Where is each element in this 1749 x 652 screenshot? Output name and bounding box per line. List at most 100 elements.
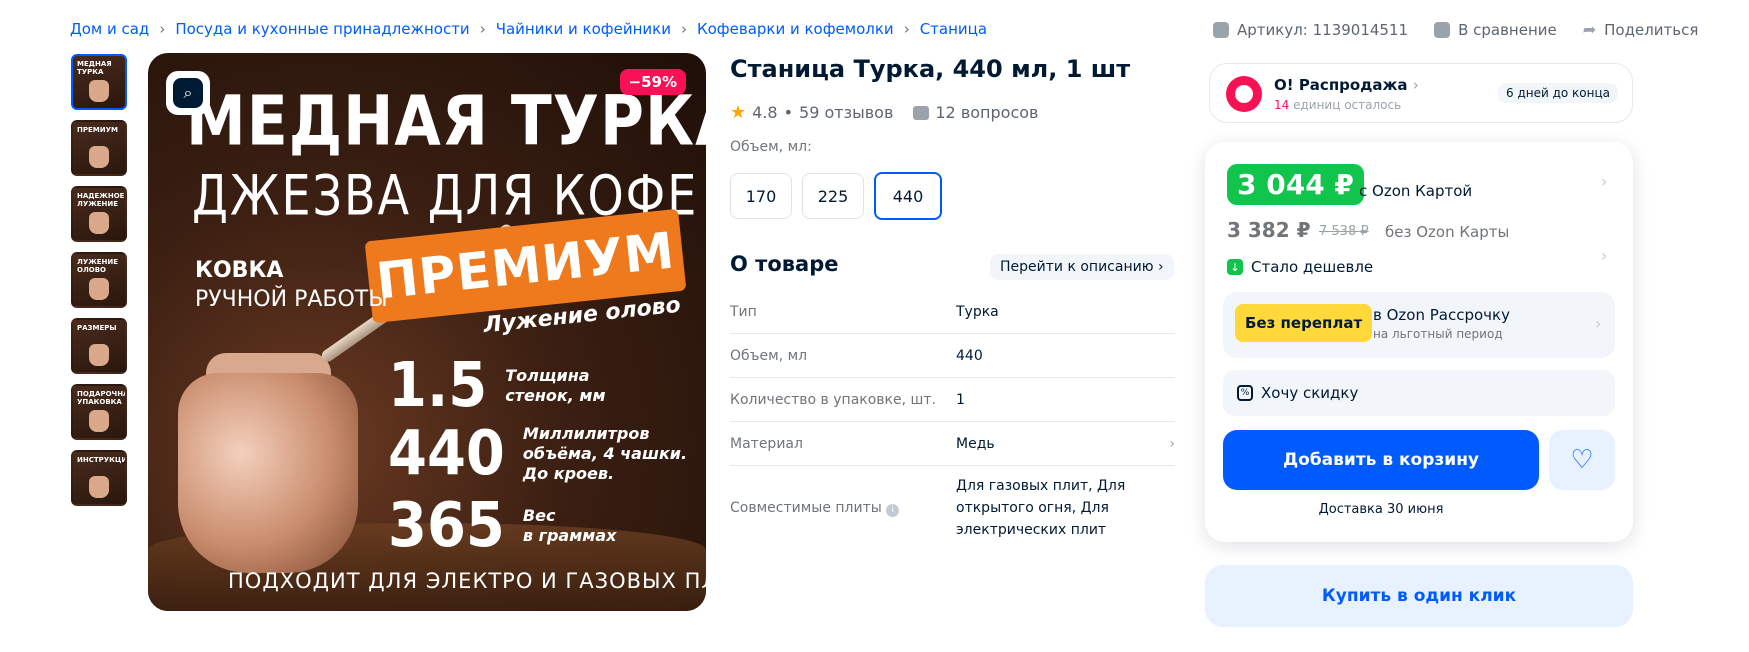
- spec-value: 1: [956, 391, 965, 408]
- article-number[interactable]: Артикул: 1139014511: [1213, 21, 1408, 39]
- turka-icon: [89, 476, 109, 498]
- sale-remaining-count: 14: [1274, 98, 1290, 112]
- arrow-down-icon: ↓: [1227, 259, 1243, 275]
- thumbnail-caption: МЕДНАЯ ТУРКА: [77, 60, 112, 76]
- compare-button[interactable]: В сравнение: [1434, 21, 1557, 39]
- spec-row-material[interactable]: Материал Медь ›: [730, 422, 1175, 466]
- share-button[interactable]: ➦ Поделиться: [1583, 20, 1699, 39]
- regular-price-label: без Ozon Карты: [1385, 223, 1510, 241]
- spec-row: Количество в упаковке, шт. 1: [730, 378, 1175, 422]
- sale-title-text: О! Распродажа: [1274, 76, 1408, 94]
- volume-option[interactable]: 225: [802, 173, 864, 219]
- thumbnail-caption: НАДЕЖНОЕ ЛУЖЕНИЕ: [77, 192, 125, 208]
- thumbnail[interactable]: МЕДНАЯ ТУРКА: [71, 54, 127, 110]
- volume-option-selected[interactable]: 440: [874, 172, 942, 220]
- thumbnail[interactable]: РАЗМЕРЫ: [71, 318, 127, 374]
- turka-icon: [89, 410, 109, 432]
- product-meta: Артикул: 1139014511 В сравнение ➦ Подели…: [1213, 20, 1698, 39]
- spec-key-text: Совместимые плиты: [730, 499, 882, 516]
- card-price-label: с Ozon Картой: [1359, 182, 1473, 200]
- chevron-right-icon: ›: [1157, 259, 1164, 275]
- spec-key: Количество в упаковке, шт.: [730, 391, 936, 408]
- stat-number: 365: [388, 489, 505, 562]
- thumbnail-caption: ПОДАРОЧНАЯ УПАКОВКА: [77, 390, 125, 406]
- share-label: Поделиться: [1604, 20, 1699, 39]
- regular-price: 3 382 ₽: [1227, 218, 1311, 242]
- chevron-right-icon[interactable]: ›: [1601, 172, 1607, 191]
- spec-row: Тип Турка: [730, 290, 1175, 334]
- thumbnail[interactable]: ИНСТРУКЦИЯ: [71, 450, 127, 506]
- spec-row: Совместимые плиты i Для газовых плит, Дл…: [730, 466, 1175, 550]
- chevron-right-icon: ›: [903, 20, 910, 38]
- price-dropped-label: Стало дешевле: [1251, 258, 1374, 276]
- volume-options: 170 225 440: [730, 172, 942, 220]
- breadcrumb-item[interactable]: Дом и сад: [70, 20, 149, 38]
- stat-text: Толщина стенок, мм: [505, 365, 606, 405]
- dot-separator: •: [783, 103, 794, 122]
- spec-key: Объем, мл: [730, 347, 808, 364]
- spec-row: Объем, мл 440: [730, 334, 1175, 378]
- thumbnail[interactable]: ЛУЖЕНИЕ ОЛОВО: [71, 252, 127, 308]
- chevron-right-icon: ›: [159, 20, 166, 38]
- price-dropped[interactable]: ↓ Стало дешевле: [1227, 258, 1373, 276]
- installment-block[interactable]: Без переплат в Ozon Рассрочку на льготны…: [1223, 292, 1615, 358]
- article-label: Артикул: 1139014511: [1237, 20, 1409, 39]
- image-search-button[interactable]: ⌕: [166, 71, 210, 115]
- spec-value: Турка: [956, 303, 999, 320]
- thumbnail-caption: ПРЕМИУМ: [77, 126, 118, 134]
- thumbnail-caption: РАЗМЕРЫ: [77, 324, 117, 332]
- thumbnail[interactable]: ПРЕМИУМ: [71, 120, 127, 176]
- breadcrumb-item[interactable]: Посуда и кухонные принадлежности: [175, 20, 469, 38]
- favorite-button[interactable]: ♡: [1549, 430, 1615, 490]
- image-footer-text: ПОДХОДИТ ДЛЯ ЭЛЕКТРО И ГАЗОВЫХ ПЛИТ: [228, 569, 706, 593]
- info-icon[interactable]: i: [886, 503, 900, 517]
- kovka-title: КОВКА: [195, 258, 284, 283]
- volume-label: Объем, мл:: [730, 139, 812, 155]
- no-overpay-badge: Без переплат: [1235, 304, 1373, 342]
- stat-text: Миллилитров объёма, 4 чашки. До кроев.: [522, 423, 688, 483]
- stat-text: Вес в граммах: [522, 505, 617, 545]
- spec-value: Для газовых плит, Для открытого огня, Дл…: [956, 478, 1126, 538]
- product-main-image[interactable]: МЕДНАЯ ТУРКА ДЖЕЗВА ДЛЯ КОФЕ ПРЕМИУМ КОВ…: [148, 53, 706, 611]
- sale-card[interactable]: О! Распродажа › 14 единиц осталось 6 дне…: [1209, 63, 1633, 123]
- stat-number: 440: [388, 417, 505, 490]
- turka-icon: [89, 80, 109, 102]
- chevron-right-icon: ›: [1169, 435, 1175, 452]
- spec-key: Тип: [730, 303, 757, 320]
- delivery-date: Доставка 30 июня: [1318, 502, 1444, 517]
- star-icon: ★: [730, 102, 747, 123]
- buy-one-click-button[interactable]: Купить в один клик: [1205, 565, 1633, 627]
- chevron-right-icon[interactable]: ›: [1601, 246, 1607, 265]
- sale-days-left: 6 дней до конца: [1498, 83, 1618, 103]
- want-discount-button[interactable]: % Хочу скидку: [1223, 370, 1615, 416]
- old-price: 7 538 ₽: [1319, 224, 1369, 239]
- stat-weight: 365 Вес в граммах: [388, 490, 617, 562]
- share-icon: ➦: [1582, 20, 1597, 39]
- specs-table: Тип Турка Объем, мл 440 Количество в упа…: [730, 290, 1175, 550]
- reviews-link[interactable]: 59 отзывов: [799, 103, 893, 122]
- questions-link[interactable]: 12 вопросов: [935, 103, 1038, 122]
- breadcrumb-item[interactable]: Станица: [920, 20, 987, 38]
- compare-icon: [1434, 21, 1451, 38]
- turka-icon: [89, 212, 109, 234]
- go-to-description-button[interactable]: Перейти к описанию ›: [990, 254, 1174, 280]
- chevron-right-icon: ›: [680, 20, 687, 38]
- volume-option[interactable]: 170: [730, 173, 792, 219]
- rating-row: ★ 4.8 • 59 отзывов 12 вопросов: [730, 102, 1038, 123]
- stat-number: 1.5: [388, 349, 488, 422]
- thumbnail[interactable]: ПОДАРОЧНАЯ УПАКОВКА: [71, 384, 127, 440]
- add-to-cart-button[interactable]: Добавить в корзину: [1223, 430, 1539, 490]
- breadcrumb-item[interactable]: Кофеварки и кофемолки: [697, 20, 894, 38]
- product-title: Станица Турка, 440 мл, 1 шт: [730, 55, 1131, 83]
- thumbnail-caption: ЛУЖЕНИЕ ОЛОВО: [77, 258, 119, 274]
- breadcrumb-item[interactable]: Чайники и кофейники: [496, 20, 671, 38]
- image-search-icon: ⌕: [173, 78, 203, 108]
- discount-icon: %: [1237, 385, 1253, 401]
- card-price: 3 044 ₽: [1227, 164, 1364, 205]
- stat-thickness: 1.5 Толщина стенок, мм: [388, 350, 606, 422]
- buy-card: 3 044 ₽ с Ozon Картой › 3 382 ₽ 7 538 ₽ …: [1205, 142, 1633, 542]
- thumbnail[interactable]: НАДЕЖНОЕ ЛУЖЕНИЕ: [71, 186, 127, 242]
- go-to-description-label: Перейти к описанию: [1000, 259, 1154, 275]
- discount-badge: −59%: [619, 69, 686, 95]
- heart-icon: ♡: [1570, 445, 1594, 475]
